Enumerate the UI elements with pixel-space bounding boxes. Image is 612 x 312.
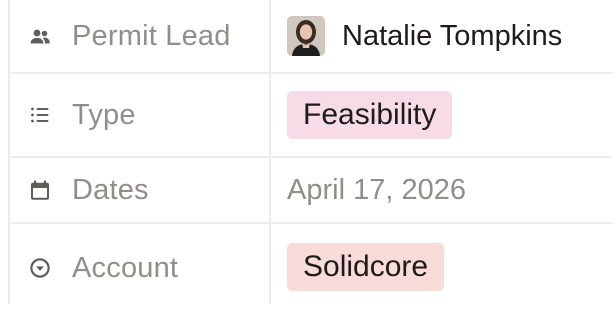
circle-chevron-down-icon <box>28 256 52 280</box>
people-icon <box>28 24 52 48</box>
avatar <box>287 16 325 56</box>
person-name: Natalie Tompkins <box>342 19 563 52</box>
permit-lead-value[interactable]: Natalie Tompkins <box>287 0 562 72</box>
property-label-text: Dates <box>72 173 149 206</box>
select-tag-solidcore[interactable]: Solidcore <box>287 243 445 291</box>
property-label-text: Type <box>72 98 136 131</box>
property-row-account: Account Solidcore <box>10 224 612 304</box>
property-label-account[interactable]: Account <box>10 224 269 312</box>
property-row-dates: Dates April 17, 2026 <box>10 158 612 222</box>
property-label-dates[interactable]: Dates <box>10 158 269 222</box>
property-row-type: Type Feasibility <box>10 74 612 156</box>
date-text: April 17, 2026 <box>287 173 466 206</box>
list-icon <box>28 103 52 127</box>
calendar-icon <box>28 178 52 202</box>
property-label-text: Permit Lead <box>72 19 231 52</box>
property-label-text: Account <box>72 251 179 284</box>
property-row-permit-lead: Permit Lead Natalie Tompkins <box>10 0 612 72</box>
select-tag-feasibility[interactable]: Feasibility <box>287 91 453 139</box>
person-chip[interactable]: Natalie Tompkins <box>287 16 562 56</box>
dates-value[interactable]: April 17, 2026 <box>287 158 466 222</box>
type-value[interactable]: Feasibility <box>287 74 453 156</box>
property-label-permit-lead[interactable]: Permit Lead <box>10 0 269 72</box>
properties-table: Permit Lead Natalie Tompkins Type Feasib… <box>8 0 612 304</box>
property-label-type[interactable]: Type <box>10 74 269 156</box>
account-value[interactable]: Solidcore <box>287 224 445 310</box>
